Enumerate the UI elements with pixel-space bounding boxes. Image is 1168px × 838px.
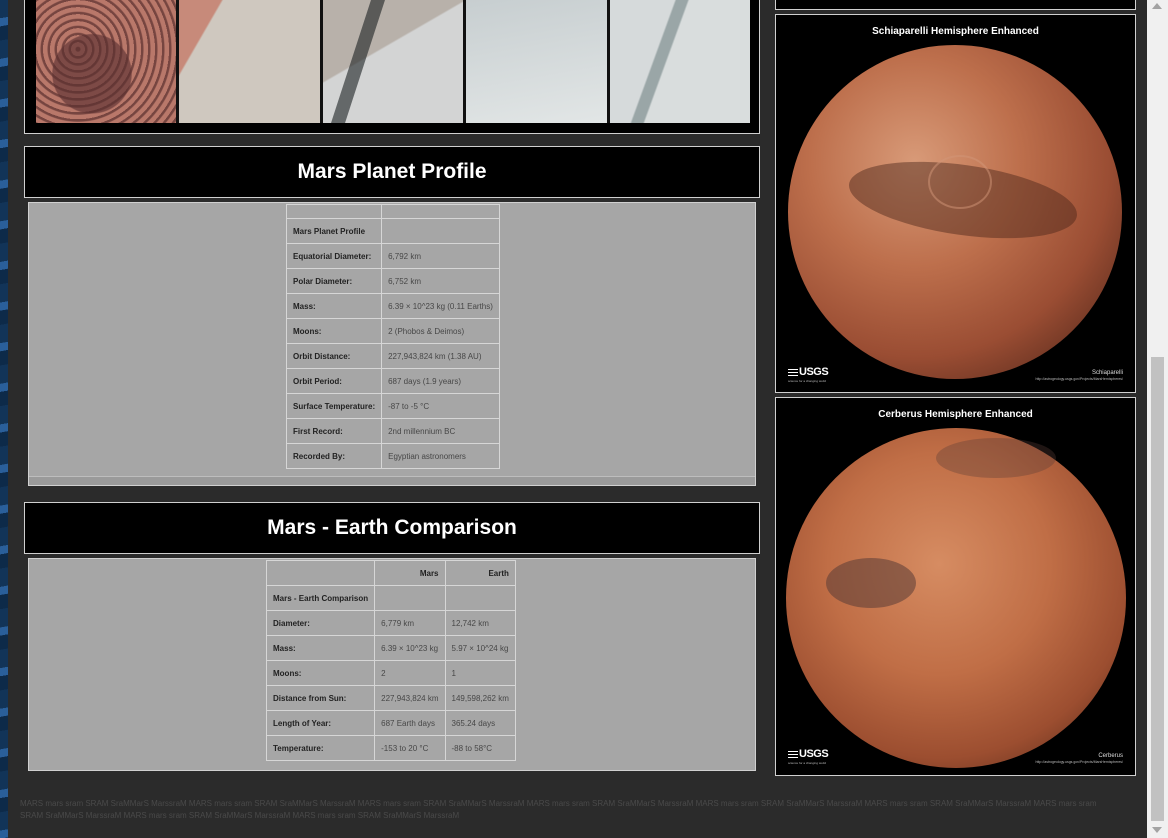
row-value: 227,943,824 km (1.38 AU) (381, 343, 500, 369)
row-value: 6,792 km (381, 243, 500, 269)
row-value-earth: 365.24 days (444, 710, 516, 736)
surface-strip (179, 0, 320, 123)
row-label: Length of Year: (265, 710, 376, 736)
table-row: Mars - Earth Comparison (265, 585, 516, 611)
mars-globe-image (786, 428, 1126, 768)
hemisphere-caption: Cerberus (1098, 753, 1123, 759)
row-label: First Record: (285, 418, 383, 444)
table-row: Recorded By: Egyptian astronomers (285, 443, 500, 469)
table-row: First Record: 2nd millennium BC (285, 418, 500, 444)
comparison-heading: Mars - Earth Comparison (24, 502, 760, 554)
row-value: 6.39 × 10^23 kg (0.11 Earths) (381, 293, 500, 319)
table-title-cell: Mars Planet Profile (285, 218, 383, 244)
surface-strip (609, 0, 751, 123)
table-row (285, 204, 500, 219)
row-label: Temperature: (265, 735, 376, 761)
row-value: 6,752 km (381, 268, 500, 294)
usgs-logo: USGS (788, 748, 829, 760)
hemisphere-title[interactable]: Cerberus Hemisphere Enhanced (776, 409, 1135, 420)
row-label: Orbit Distance: (285, 343, 383, 369)
table-row: Diameter: 6,779 km 12,742 km (265, 610, 516, 636)
row-value-mars: -153 to 20 °C (374, 735, 446, 761)
comparison-table: Mars Earth Mars - Earth Comparison Diame… (265, 560, 516, 761)
row-label: Distance from Sun: (265, 685, 376, 711)
row-value-mars: 6.39 × 10^23 kg (374, 635, 446, 661)
profile-panel: Mars Planet Profile Equatorial Diameter:… (28, 202, 756, 486)
surface-strip (322, 0, 464, 123)
row-label: Equatorial Diameter: (285, 243, 383, 269)
row-label: Mass: (285, 293, 383, 319)
mars-surface-image-box (24, 0, 760, 134)
usgs-logo: USGS (788, 366, 829, 378)
table-row: Moons: 2 1 (265, 660, 516, 686)
table-row: Length of Year: 687 Earth days 365.24 days (265, 710, 516, 736)
row-value-earth: -88 to 58°C (444, 735, 516, 761)
hemisphere-caption: Schiaparelli (1091, 370, 1123, 376)
row-label: Orbit Period: (285, 368, 383, 394)
column-header: Earth (444, 560, 516, 586)
table-header-row: Mars Earth (265, 560, 516, 586)
row-label: Mass: (265, 635, 376, 661)
row-label: Moons: (265, 660, 376, 686)
profile-table: Mars Planet Profile Equatorial Diameter:… (285, 204, 500, 469)
scrollbar-thumb[interactable] (1151, 357, 1164, 821)
table-row: Mars Planet Profile (285, 218, 500, 244)
table-row: Surface Temperature: -87 to -5 °C (285, 393, 500, 419)
row-value: 687 days (1.9 years) (381, 368, 500, 394)
table-row: Temperature: -153 to 20 °C -88 to 58°C (265, 735, 516, 761)
row-value-earth: 1 (444, 660, 516, 686)
footer-text: MARS mars sram SRAM SraMMarS MarssraM MA… (20, 799, 1097, 820)
row-value-mars: 6,779 km (374, 610, 446, 636)
table-title-cell: Mars - Earth Comparison (265, 585, 376, 611)
hemisphere-url: http://astrogeology.usgs.gov/Projects/Ma… (1035, 377, 1123, 381)
column-header: Mars (374, 560, 446, 586)
hemisphere-card-partial (775, 0, 1136, 10)
horizontal-scrollbar[interactable] (29, 476, 755, 485)
table-row: Mass: 6.39 × 10^23 kg (0.11 Earths) (285, 293, 500, 319)
table-row: Orbit Period: 687 days (1.9 years) (285, 368, 500, 394)
scroll-down-icon[interactable] (1152, 827, 1162, 833)
row-value: 2nd millennium BC (381, 418, 500, 444)
surface-strip (466, 0, 607, 123)
mars-globe-image (788, 45, 1122, 379)
row-label: Polar Diameter: (285, 268, 383, 294)
comparison-panel: Mars Earth Mars - Earth Comparison Diame… (28, 558, 756, 771)
hemisphere-title[interactable]: Schiaparelli Hemisphere Enhanced (776, 26, 1135, 37)
hemisphere-url: http://astrogeology.usgs.gov/Projects/Ma… (1035, 760, 1123, 764)
mars-surface-image (36, 0, 751, 123)
table-row: Polar Diameter: 6,752 km (285, 268, 500, 294)
table-row: Orbit Distance: 227,943,824 km (1.38 AU) (285, 343, 500, 369)
row-value-earth: 149,598,262 km (444, 685, 516, 711)
row-value-earth: 12,742 km (444, 610, 516, 636)
row-label: Surface Temperature: (285, 393, 383, 419)
row-value-mars: 2 (374, 660, 446, 686)
row-value-mars: 227,943,824 km (374, 685, 446, 711)
hemisphere-card[interactable]: Schiaparelli Hemisphere Enhanced USGS sc… (775, 14, 1136, 393)
hemisphere-card[interactable]: Cerberus Hemisphere Enhanced USGS scienc… (775, 397, 1136, 776)
scroll-up-icon[interactable] (1152, 3, 1162, 9)
table-row: Mass: 6.39 × 10^23 kg 5.97 × 10^24 kg (265, 635, 516, 661)
row-value: -87 to -5 °C (381, 393, 500, 419)
row-label: Moons: (285, 318, 383, 344)
row-value-mars: 687 Earth days (374, 710, 446, 736)
table-row: Equatorial Diameter: 6,792 km (285, 243, 500, 269)
row-value: Egyptian astronomers (381, 443, 500, 469)
profile-heading: Mars Planet Profile (24, 146, 760, 198)
surface-strip (36, 0, 177, 123)
table-row: Moons: 2 (Phobos & Deimos) (285, 318, 500, 344)
row-value: 2 (Phobos & Deimos) (381, 318, 500, 344)
row-label: Diameter: (265, 610, 376, 636)
row-value-earth: 5.97 × 10^24 kg (444, 635, 516, 661)
row-label: Recorded By: (285, 443, 383, 469)
table-row: Distance from Sun: 227,943,824 km 149,598,… (265, 685, 516, 711)
page-scrollbar[interactable] (1147, 0, 1168, 838)
